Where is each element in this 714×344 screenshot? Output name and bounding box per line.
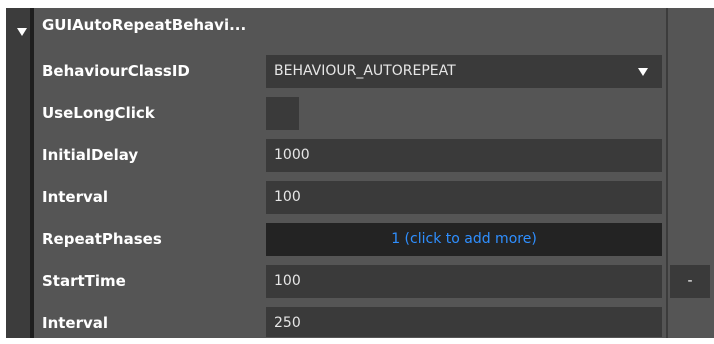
dropdown-value: BEHAVIOUR_AUTOREPEAT <box>274 63 456 79</box>
component-title: GUIAutoRepeatBehavi... <box>42 16 247 34</box>
property-row-initial-delay: InitialDelay 1000 <box>34 134 666 176</box>
property-label: RepeatPhases <box>42 230 162 248</box>
initial-delay-input[interactable]: 1000 <box>266 139 662 172</box>
interval-input[interactable]: 100 <box>266 181 662 214</box>
property-label: InitialDelay <box>42 146 139 164</box>
use-long-click-checkbox[interactable] <box>266 97 299 130</box>
property-row-behaviour-class-id: BehaviourClassID BEHAVIOUR_AUTOREPEAT <box>34 50 666 92</box>
triangle-down-icon <box>17 28 27 36</box>
property-row-use-long-click: UseLongClick <box>34 92 666 134</box>
start-time-input[interactable]: 100 <box>266 265 662 298</box>
phase-interval-input[interactable]: 250 <box>266 307 662 337</box>
property-label: StartTime <box>42 272 126 290</box>
property-label: Interval <box>42 188 109 206</box>
remove-phase-button[interactable]: - <box>670 265 710 298</box>
repeat-phases-add-button[interactable]: 1 (click to add more) <box>266 223 662 256</box>
chevron-down-icon[interactable] <box>638 68 648 76</box>
property-label: UseLongClick <box>42 104 155 122</box>
property-row-start-time: StartTime 100 <box>34 260 666 302</box>
property-label: BehaviourClassID <box>42 62 190 80</box>
property-row-interval: Interval 100 <box>34 176 666 218</box>
component-header-row: GUIAutoRepeatBehavi... <box>34 8 666 42</box>
behaviour-class-dropdown[interactable]: BEHAVIOUR_AUTOREPEAT <box>266 55 662 88</box>
property-panel: GUIAutoRepeatBehavi... BehaviourClassID … <box>0 0 714 338</box>
property-row-repeat-phases: RepeatPhases 1 (click to add more) <box>34 218 666 260</box>
collapse-toggle[interactable] <box>6 8 30 338</box>
